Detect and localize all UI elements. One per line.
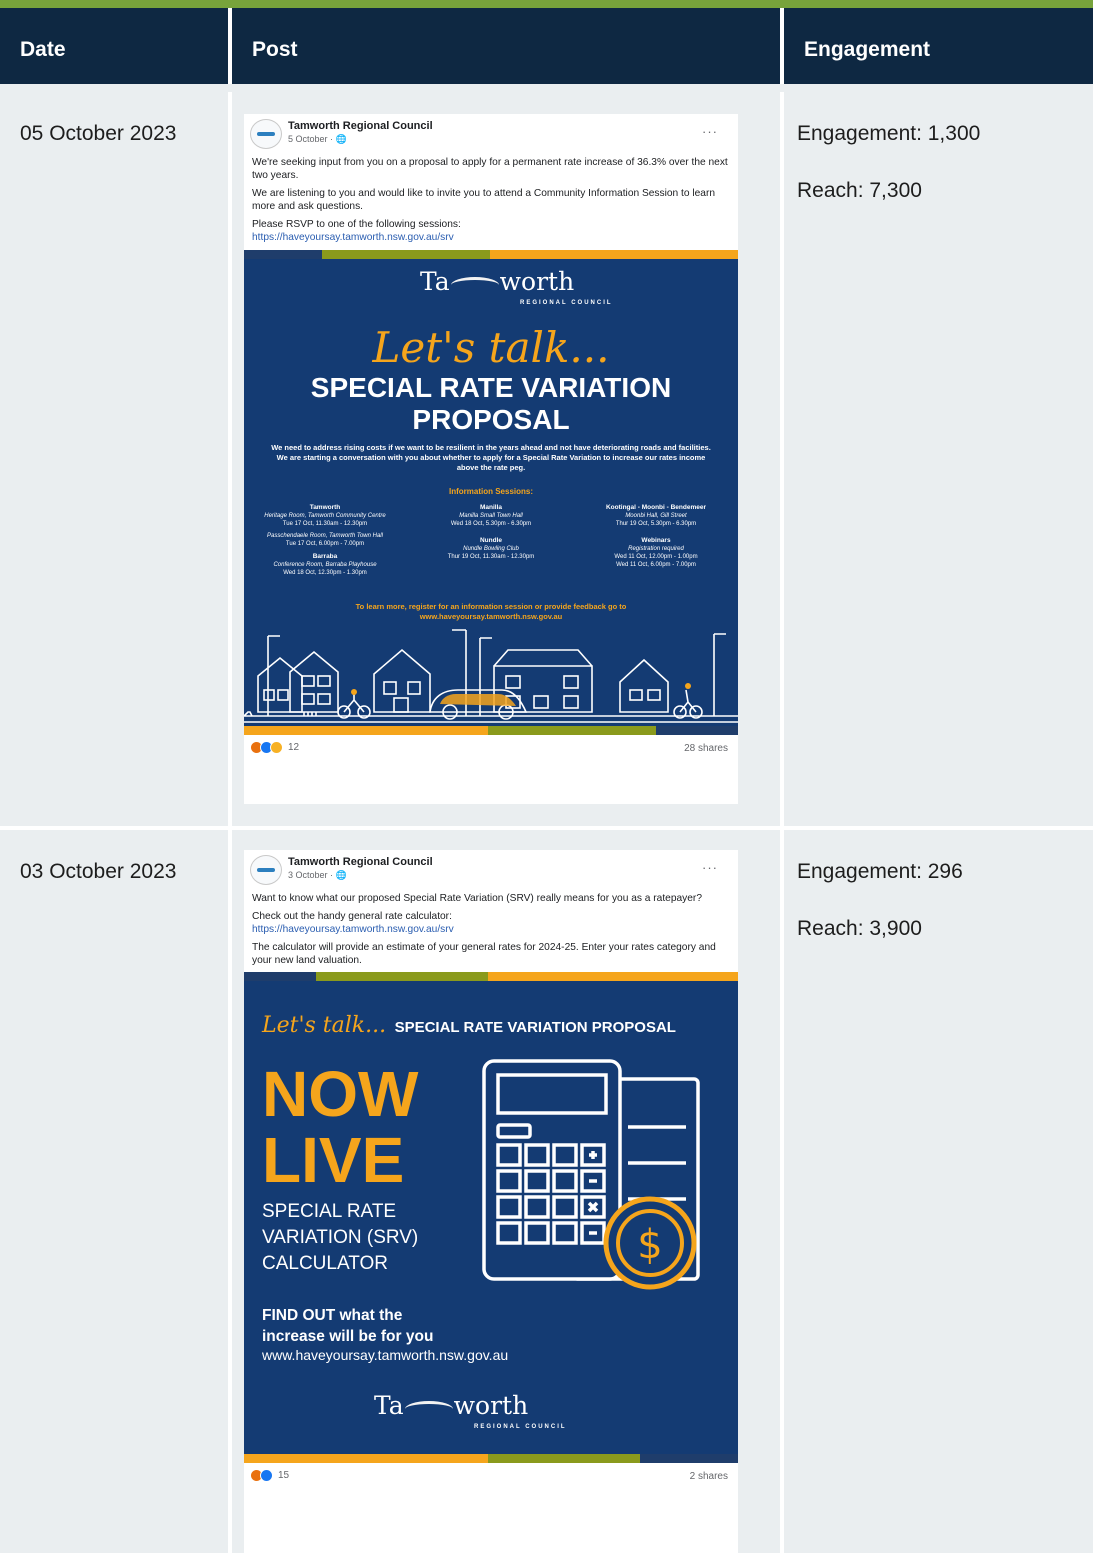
post-timestamp[interactable]: 3 October · 🌐	[288, 870, 347, 881]
globe-icon: 🌐	[335, 870, 347, 880]
calculator-title: SPECIAL RATE VARIATION (SRV) CALCULATOR	[262, 1201, 419, 1274]
color-band	[244, 972, 738, 981]
poster-intro: We need to address rising costs if we wa…	[271, 443, 711, 472]
post-paragraph: We are listening to you and would like t…	[252, 188, 716, 212]
header-engagement: Engagement	[804, 38, 931, 61]
table-row: 05 October 2023 Tamworth Regional Counci…	[0, 92, 1093, 830]
session-item: Barraba Conference Room, Barraba Playhou…	[273, 553, 377, 576]
post-header: Tamworth Regional Council 3 October · 🌐 …	[244, 850, 738, 890]
table-header: Date Post Engagement	[0, 8, 1093, 92]
reaction-count: 15	[278, 1470, 290, 1481]
post-paragraph: Please RSVP to one of the following sess…	[252, 219, 461, 243]
page-name[interactable]: Tamworth Regional Council	[288, 120, 433, 132]
table-row: 03 October 2023 Tamworth Regional Counci…	[0, 830, 1093, 1553]
post-paragraph: Want to know what our proposed Special R…	[252, 893, 702, 904]
post-header: Tamworth Regional Council 5 October · 🌐 …	[244, 114, 738, 154]
color-band	[244, 250, 738, 259]
find-out-text: FIND OUT what the increase will be for y…	[262, 1307, 434, 1345]
poster-title: SPECIAL RATE VARIATION PROPOSAL	[310, 372, 672, 435]
council-logo: Ta worth REGIONAL COUNCIL	[374, 1391, 567, 1430]
post-footer: 15 2 shares	[244, 1463, 738, 1489]
session-item: Nundle Nundle Bowling Club Thur 19 Oct, …	[447, 537, 535, 560]
globe-icon: 🌐	[335, 134, 347, 144]
engagement-stats: Engagement: 296 Reach: 3,900	[784, 830, 1093, 941]
session-item: Webinars Registration required Wed 11 Oc…	[614, 537, 698, 568]
poster-heading: Let's talk... SPECIAL RATE VARIATION PRO…	[262, 1013, 676, 1038]
lets-talk-heading: Let's talk...	[372, 323, 610, 372]
page-name[interactable]: Tamworth Regional Council	[288, 856, 433, 868]
calculator-icon: $	[482, 1059, 700, 1290]
reach-value: Reach: 3,900	[797, 917, 922, 940]
council-logo: Ta worth REGIONAL COUNCIL	[420, 267, 613, 306]
report-table: Date Post Engagement 05 October 2023 Tam…	[0, 0, 1093, 1561]
facebook-post[interactable]: Tamworth Regional Council 5 October · 🌐 …	[244, 114, 738, 804]
header-date: Date	[0, 8, 232, 84]
sessions-heading: Information Sessions:	[448, 487, 533, 496]
facebook-post[interactable]: Tamworth Regional Council 3 October · 🌐 …	[244, 850, 738, 1553]
shares-count[interactable]: 2 shares	[690, 1471, 728, 1482]
post-image[interactable]: Ta worth REGIONAL COUNCIL Let's talk... S…	[244, 259, 738, 726]
color-band	[244, 1454, 738, 1463]
reach-value: Reach: 7,300	[797, 179, 922, 202]
post-text: Want to know what our proposed Special R…	[244, 890, 738, 967]
more-options-icon[interactable]: ···	[702, 124, 718, 139]
now-live-heading: NOW LIVE	[262, 1058, 419, 1196]
page-avatar[interactable]	[250, 119, 282, 149]
page-avatar[interactable]	[250, 855, 282, 885]
engagement-value: Engagement: 1,300	[797, 122, 981, 145]
color-band	[244, 726, 738, 735]
svg-text:$: $	[637, 1222, 662, 1268]
post-paragraph: We're seeking input from you on a propos…	[252, 157, 728, 181]
top-accent-rule	[0, 0, 1093, 8]
dollar-coin-icon: $	[603, 1196, 697, 1290]
reactions-summary[interactable]: 15	[250, 1469, 289, 1482]
session-item: Manilla Manilla Small Town Hall Wed 18 O…	[450, 504, 532, 527]
post-date-cell: 03 October 2023	[20, 860, 177, 883]
header-post: Post	[232, 8, 784, 84]
care-reaction-icon	[270, 741, 283, 754]
post-date-cell: 05 October 2023	[20, 122, 177, 145]
like-reaction-icon	[260, 1469, 273, 1482]
post-link[interactable]: https://haveyoursay.tamworth.nsw.gov.au/…	[252, 232, 454, 243]
houses-illustration	[244, 629, 738, 723]
more-options-icon[interactable]: ···	[702, 860, 718, 875]
shares-count[interactable]: 28 shares	[684, 743, 728, 754]
session-item: Kootingal - Moonbi - Bendemeer Moonbi Ha…	[605, 504, 707, 527]
website-url: www.haveyoursay.tamworth.nsw.gov.au	[262, 1347, 509, 1363]
post-image[interactable]: Let's talk... SPECIAL RATE VARIATION PRO…	[244, 981, 738, 1454]
reactions-summary[interactable]: 12	[250, 741, 299, 754]
post-link[interactable]: https://haveyoursay.tamworth.nsw.gov.au/…	[252, 924, 454, 935]
post-footer: 12 28 shares	[244, 735, 738, 761]
engagement-stats: Engagement: 1,300 Reach: 7,300	[784, 92, 1093, 203]
post-paragraph: The calculator will provide an estimate …	[252, 942, 716, 966]
post-timestamp[interactable]: 5 October · 🌐	[288, 134, 347, 145]
post-paragraph: Check out the handy general rate calcula…	[252, 911, 454, 935]
engagement-value: Engagement: 296	[797, 860, 963, 883]
post-text: We're seeking input from you on a propos…	[244, 154, 738, 244]
reaction-count: 12	[288, 742, 300, 753]
session-item: Tamworth Heritage Room, Tamworth Communi…	[264, 504, 386, 547]
